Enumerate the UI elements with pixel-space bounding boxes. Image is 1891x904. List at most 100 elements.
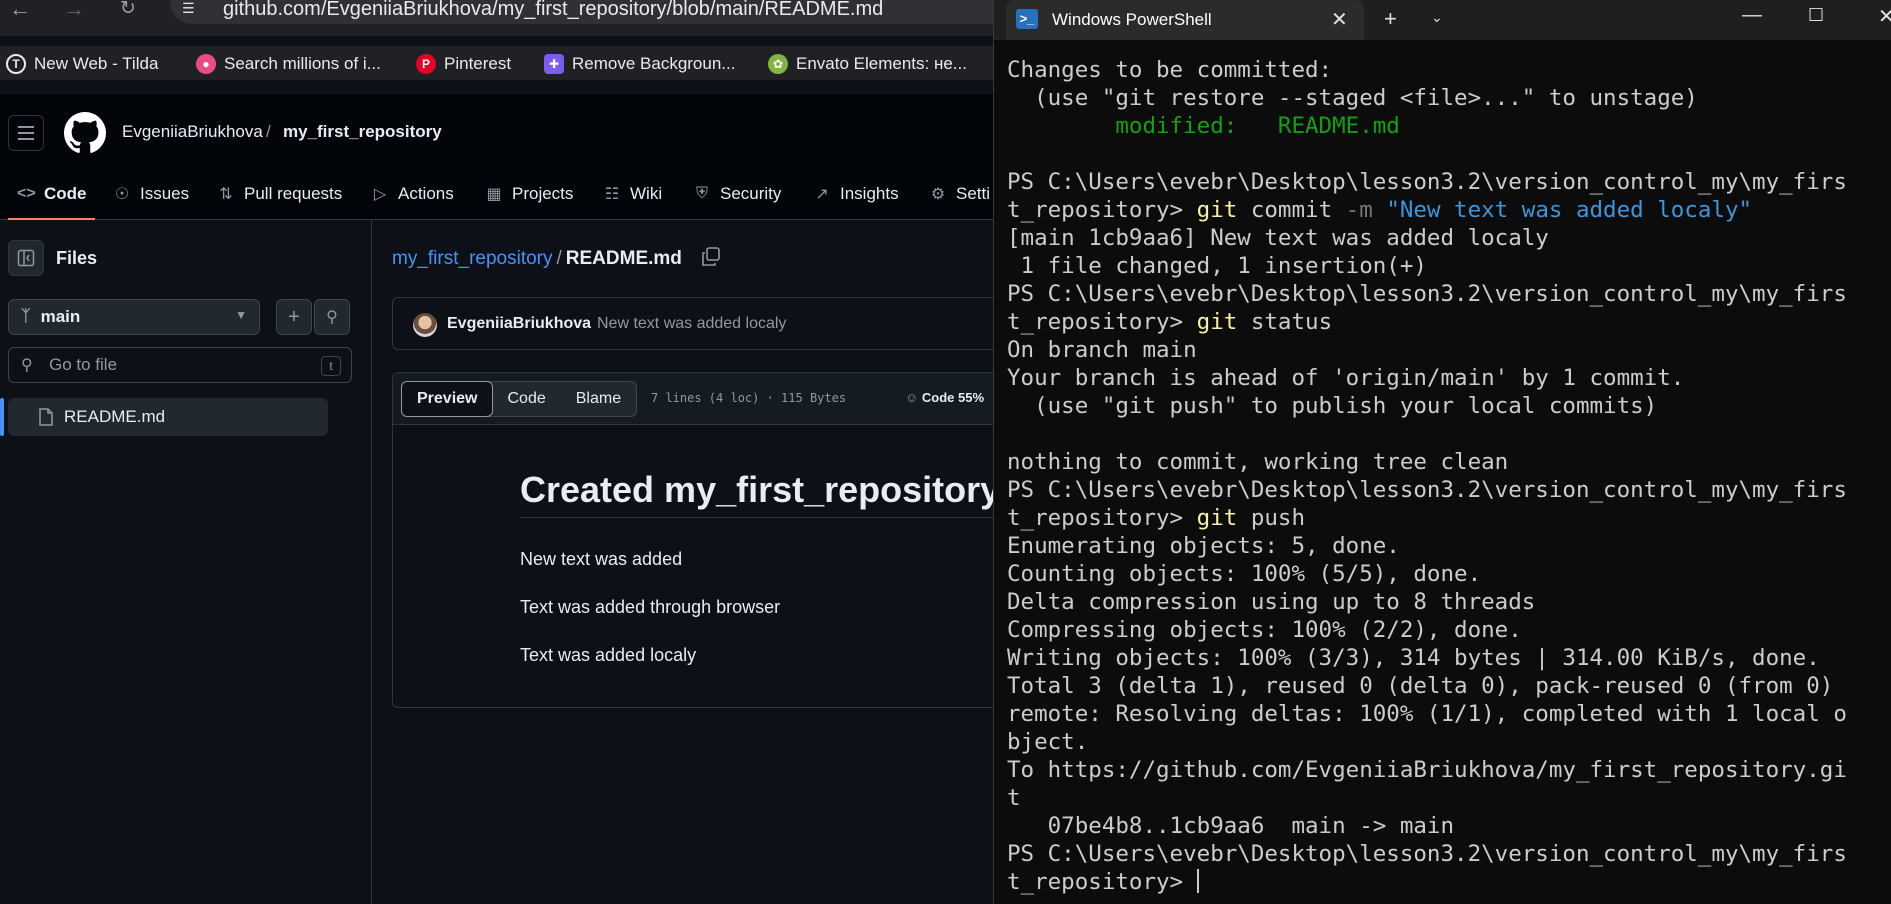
add-file-button[interactable]: + (276, 299, 312, 335)
repo-owner-link[interactable]: EvgeniiaBriukhova (122, 122, 263, 142)
terminal-line: To https://github.com/EvgeniiaBriukhova/… (1007, 756, 1887, 784)
tab-settings[interactable]: ⚙ Setti (929, 184, 990, 204)
terminal-text: Enumerating objects: 5, done. (1007, 533, 1400, 559)
terminal-line: [main 1cb9aa6] New text was added localy (1007, 224, 1887, 252)
close-tab-icon[interactable]: ✕ (1331, 7, 1348, 32)
view-mode-switch: Preview Code Blame (401, 381, 638, 417)
repo-name-link[interactable]: my_first_repository (283, 122, 442, 142)
terminal-cursor (1196, 869, 1199, 893)
play-icon: ▷ (373, 186, 387, 203)
copy-path-icon[interactable] (700, 246, 722, 268)
language-stat: ☺ Code 55% (905, 390, 984, 405)
tab-label: Setti (956, 184, 991, 203)
terminal-line: t_repository> git commit -m "New text wa… (1007, 196, 1887, 224)
bookmark-label: New Web - Tilda (34, 54, 159, 73)
tab-code[interactable]: <> Code (17, 184, 87, 204)
terminal-line: t_repository> git push (1007, 504, 1887, 532)
path-separator: / (266, 122, 271, 141)
blame-tab[interactable]: Blame (561, 382, 636, 416)
file-tree-item[interactable]: README.md (8, 398, 328, 436)
tab-label: Pull requests (244, 184, 343, 203)
maximize-icon[interactable]: ☐ (1808, 5, 1824, 26)
terminal-line: Compressing objects: 100% (2/2), done. (1007, 616, 1887, 644)
terminal-line: 1 file changed, 1 insertion(+) (1007, 252, 1887, 280)
minimize-icon[interactable]: — (1742, 4, 1762, 27)
removebg-icon: ✚ (544, 54, 564, 74)
terminal-text: t_repository> (1007, 309, 1197, 335)
terminal-tab[interactable]: >_ Windows PowerShell ✕ (1006, 0, 1364, 40)
powershell-window: >_ Windows PowerShell ✕ + ⌄ — ☐ ✕ Change… (993, 0, 1891, 904)
tab-insights[interactable]: ↗ Insights (813, 184, 898, 204)
tab-wiki[interactable]: ☷ Wiki (603, 184, 662, 204)
terminal-text: PS C:\Users\evebr\Desktop\lesson3.2\vers… (1007, 281, 1847, 307)
file-viewer-header: Preview Code Blame 7 lines (4 loc) · 115… (393, 373, 1011, 425)
bookmark-removebg[interactable]: ✚ Remove Backgroun... (544, 52, 735, 76)
site-settings-icon[interactable]: ☰ (182, 0, 204, 18)
terminal-text: PS C:\Users\evebr\Desktop\lesson3.2\vers… (1007, 169, 1847, 195)
search-files-button[interactable]: ⚲ (314, 299, 350, 335)
envato-icon: ✿ (768, 54, 788, 74)
bookmark-label: Search millions of i... (224, 54, 381, 73)
search-icon: ⚲ (326, 309, 338, 326)
file-icon (39, 408, 53, 426)
preview-tab[interactable]: Preview (401, 381, 494, 417)
branch-name: main (40, 307, 81, 326)
terminal-text: Compressing objects: 100% (2/2), done. (1007, 617, 1522, 643)
branch-selector[interactable]: ᛉ main ▼ (8, 299, 260, 335)
go-to-file-input[interactable]: ⚲ Go to file t (8, 347, 352, 383)
terminal-text: t_repository> (1007, 869, 1197, 895)
tab-security[interactable]: ⛨ Security (693, 184, 781, 204)
tab-label: Code (44, 184, 87, 203)
tab-label: Wiki (630, 184, 663, 203)
search-icon: ⚲ (21, 357, 33, 374)
tab-issues[interactable]: ☉ Issues (113, 184, 189, 204)
terminal-line: (use "git push" to publish your local co… (1007, 392, 1887, 420)
tab-label: Actions (398, 184, 454, 203)
commit-author-link[interactable]: EvgeniiaBriukhova (447, 315, 591, 333)
terminal-output[interactable]: Changes to be committed: (use "git resto… (1007, 56, 1887, 896)
terminal-line: On branch main (1007, 336, 1887, 364)
readme-paragraph: New text was added (520, 549, 683, 569)
code-icon: <> (17, 185, 36, 202)
terminal-text: "New text was added localy" (1386, 197, 1753, 223)
url-text[interactable]: github.com/EvgeniiaBriukhova/my_first_re… (223, 0, 883, 21)
terminal-line: t_repository> git status (1007, 308, 1887, 336)
latest-commit-bar: EvgeniiaBriukhova New text was added loc… (392, 297, 1012, 350)
tab-projects[interactable]: ▦ Projects (485, 184, 573, 204)
terminal-line: Delta compression using up to 8 threads (1007, 588, 1887, 616)
commit-message-link[interactable]: New text was added localy (597, 315, 786, 333)
new-tab-icon[interactable]: + (1384, 6, 1397, 32)
github-logo-icon[interactable] (64, 112, 106, 154)
terminal-line: Writing objects: 100% (3/3), 314 bytes |… (1007, 644, 1887, 672)
reload-icon[interactable]: ↻ (114, 0, 142, 20)
tab-pull-requests[interactable]: ⇅ Pull requests (217, 184, 342, 204)
bookmark-envato[interactable]: ✿ Envato Elements: не... (768, 52, 967, 76)
tilda-icon: T (6, 54, 26, 74)
avatar[interactable] (413, 313, 437, 337)
forward-arrow-icon[interactable]: → (60, 0, 88, 20)
terminal-line: remote: Resolving deltas: 100% (1/1), co… (1007, 700, 1887, 728)
terminal-line: modified: README.md (1007, 112, 1887, 140)
code-view-tab[interactable]: Code (492, 382, 560, 416)
back-arrow-icon[interactable]: ← (6, 0, 34, 20)
terminal-text: status (1237, 309, 1333, 335)
terminal-line: PS C:\Users\evebr\Desktop\lesson3.2\vers… (1007, 168, 1887, 196)
terminal-line: nothing to commit, working tree clean (1007, 448, 1887, 476)
close-window-icon[interactable]: ✕ (1878, 4, 1891, 29)
readme-heading: Created my_first_repository (520, 469, 1011, 518)
bookmark-pinterest[interactable]: P Pinterest (416, 52, 511, 76)
menu-button[interactable] (8, 115, 44, 151)
terminal-line: 07be4b8..1cb9aa6 main -> main (1007, 812, 1887, 840)
chevron-down-icon[interactable]: ⌄ (1431, 9, 1443, 26)
bookmark-dribbble[interactable]: ● Search millions of i... (196, 52, 381, 76)
tab-actions[interactable]: ▷ Actions (371, 184, 454, 204)
terminal-line: PS C:\Users\evebr\Desktop\lesson3.2\vers… (1007, 280, 1887, 308)
bookmark-tilda[interactable]: T New Web - Tilda (6, 52, 158, 76)
breadcrumb-repo-link[interactable]: my_first_repository (392, 248, 553, 269)
bookmark-label: Envato Elements: не... (796, 54, 967, 73)
terminal-text: Changes to be committed: (1007, 57, 1333, 83)
branch-icon: ᛉ (21, 308, 31, 325)
dribbble-icon: ● (196, 54, 216, 74)
collapse-sidebar-button[interactable] (8, 240, 44, 276)
